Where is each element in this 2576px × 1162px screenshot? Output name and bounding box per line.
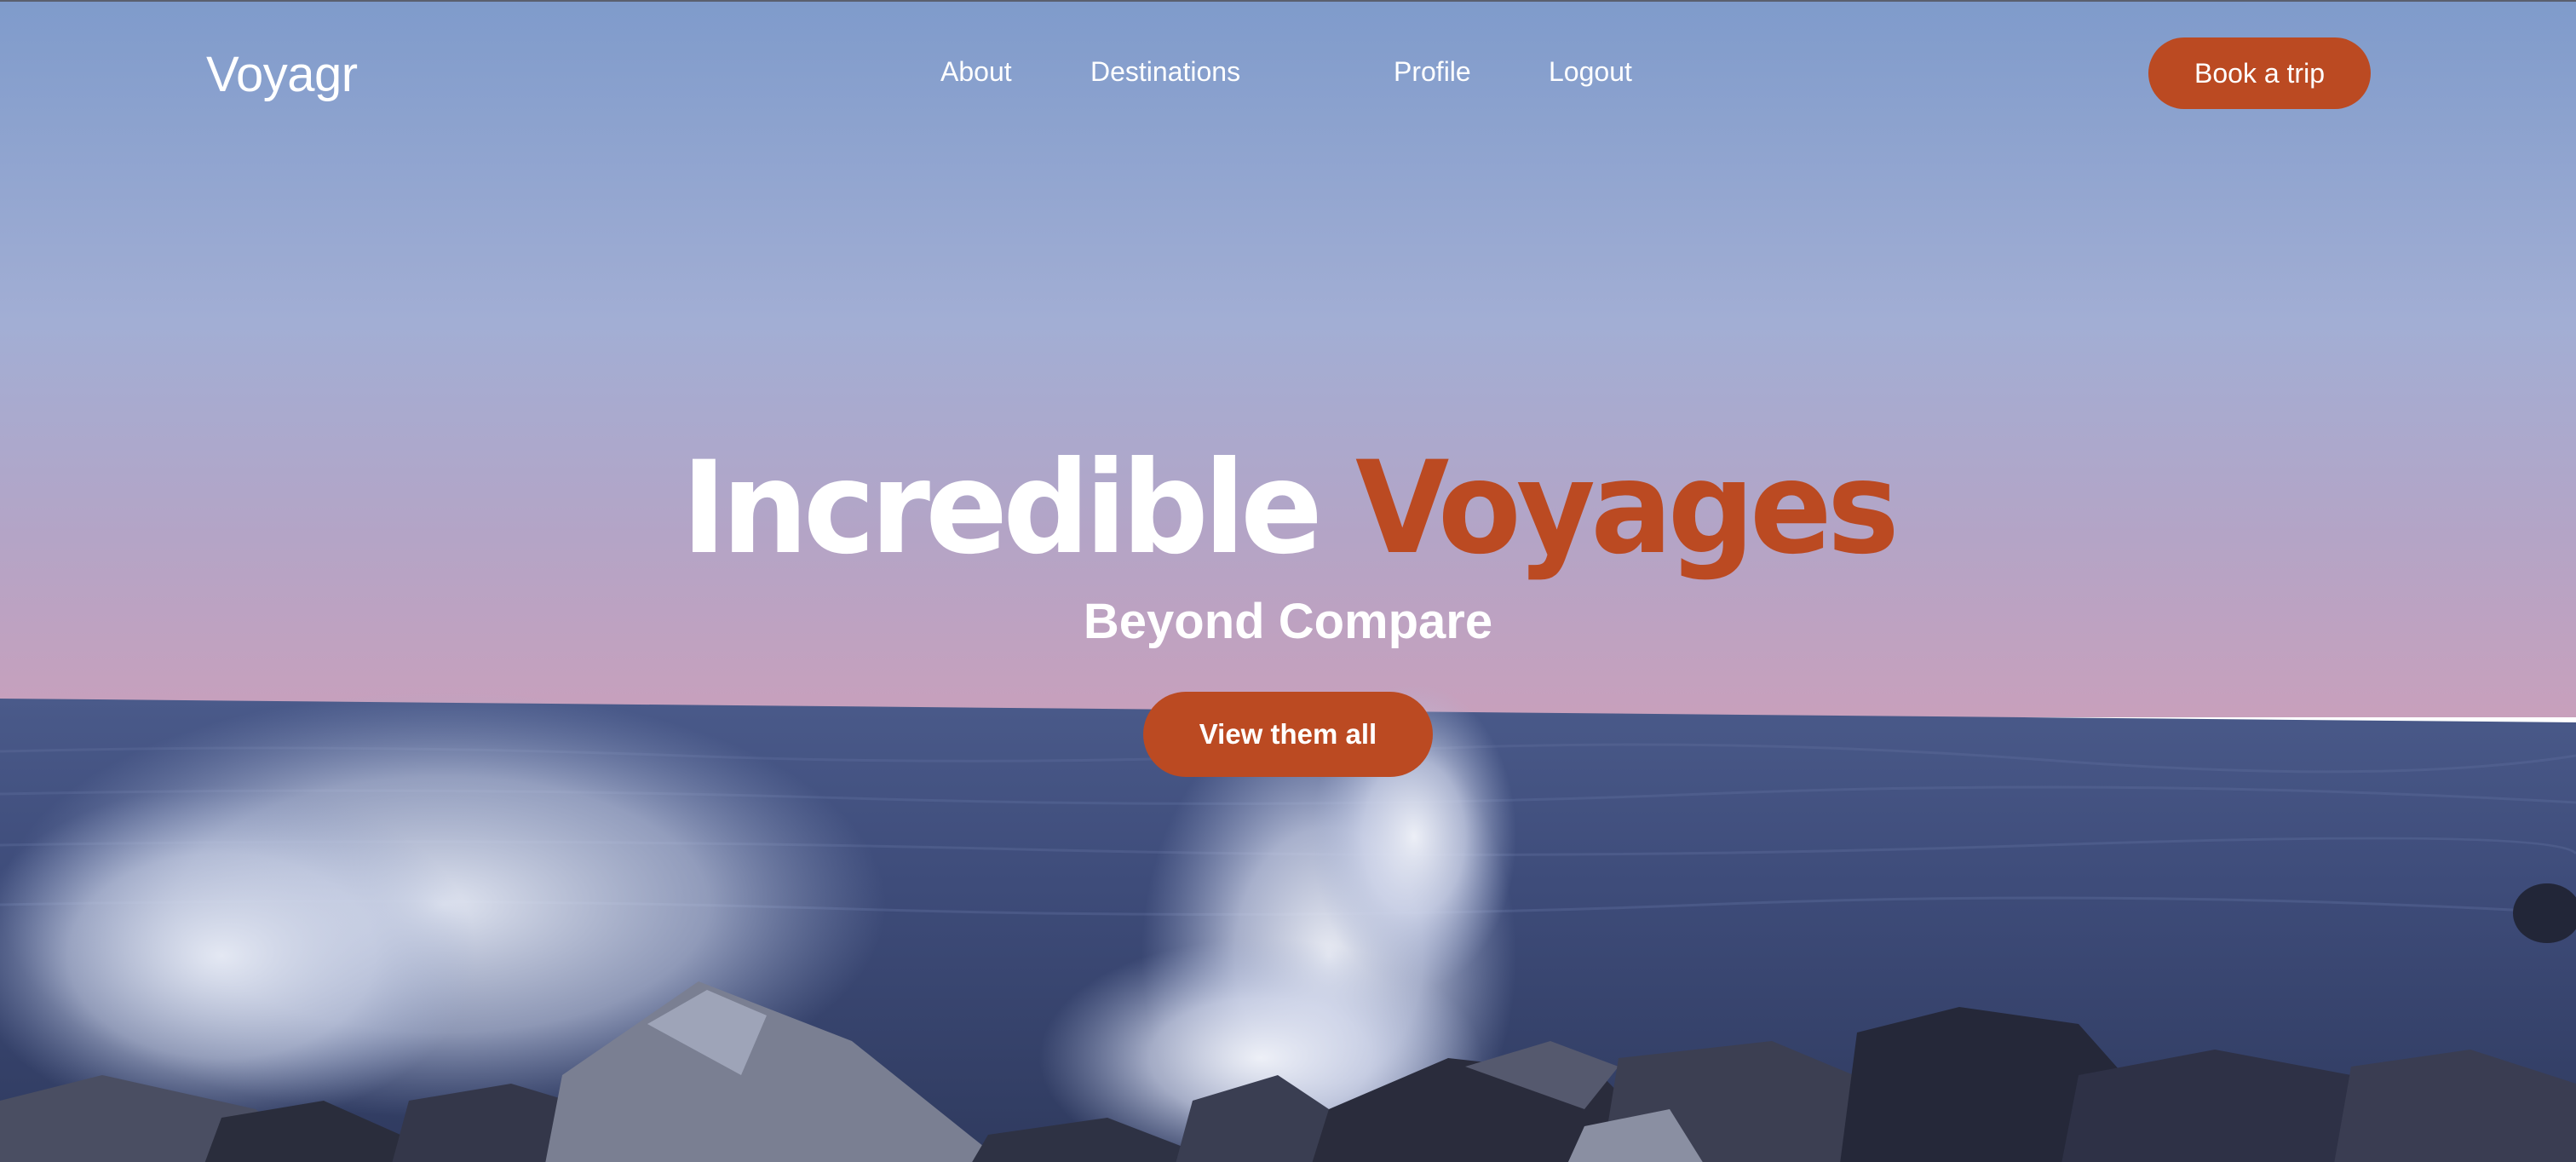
- hero-title-part2: Voyages: [1355, 434, 1900, 583]
- nav-link-destinations[interactable]: Destinations: [1090, 56, 1240, 88]
- nav-link-about[interactable]: About: [940, 56, 1012, 88]
- hero-title: Incredible Voyages: [65, 432, 2512, 585]
- landing-page: Voyagr About Destinations Profile Logout…: [0, 0, 2576, 1162]
- book-a-trip-button[interactable]: Book a trip: [2148, 37, 2371, 109]
- site-logo[interactable]: Voyagr: [206, 46, 358, 103]
- hero-subtitle: Beyond Compare: [1083, 594, 1493, 649]
- top-navigation: Voyagr About Destinations Profile Logout…: [0, 2, 2576, 147]
- nav-link-logout[interactable]: Logout: [1549, 56, 1632, 88]
- hero-title-part1: Incredible: [681, 434, 1323, 583]
- view-them-all-button[interactable]: View them all: [1143, 692, 1433, 777]
- nav-link-profile[interactable]: Profile: [1394, 56, 1471, 88]
